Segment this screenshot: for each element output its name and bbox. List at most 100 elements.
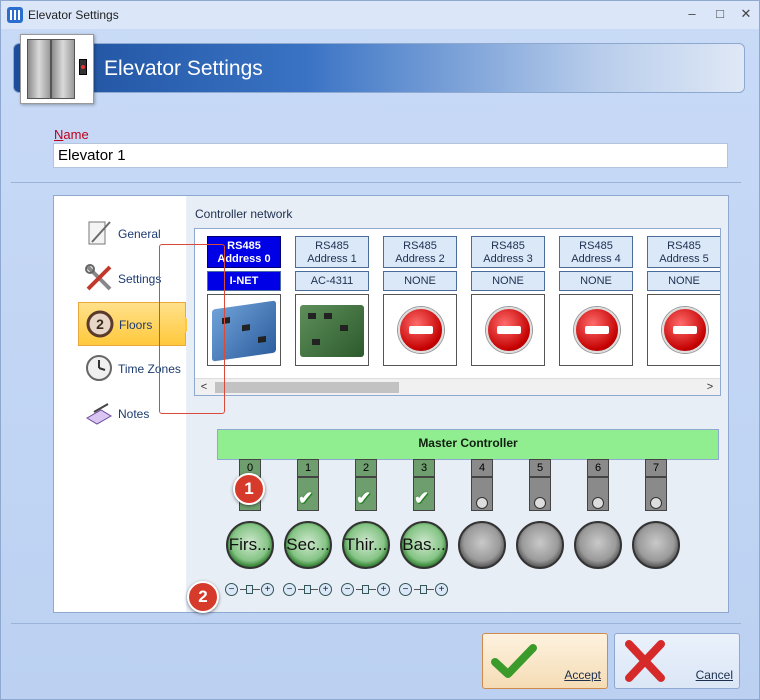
address-line2: Address 2 xyxy=(395,253,445,265)
document-pen-icon xyxy=(88,221,111,245)
relay-off-indicator xyxy=(650,497,662,509)
controller-network-list: RS485 Address 0 I-NET RS485 Address 1 AC-4… xyxy=(194,228,721,396)
floor-button-0[interactable]: Firs... xyxy=(226,521,274,569)
floors-pane: Controller network RS485 Address 0 I-NET … xyxy=(187,196,728,612)
accept-button[interactable]: Accept xyxy=(482,633,608,689)
header-banner: Elevator Settings xyxy=(13,34,745,104)
no-entry-image xyxy=(647,294,720,366)
stepper-plus-button[interactable]: + xyxy=(377,583,390,596)
controller-type: NONE xyxy=(559,271,633,291)
no-entry-icon xyxy=(486,307,532,353)
floor-button-6[interactable] xyxy=(574,521,622,569)
nav-label-settings: Settings xyxy=(118,272,162,286)
elevator-icon xyxy=(20,34,94,104)
floor-button-5[interactable] xyxy=(516,521,564,569)
stepper-plus-button[interactable]: + xyxy=(261,583,274,596)
notes-icon xyxy=(86,403,112,425)
floor-button-2[interactable]: Thir... xyxy=(342,521,390,569)
no-entry-image xyxy=(471,294,545,366)
controller-card[interactable]: RS485 Address 1 AC-4311 xyxy=(295,236,369,366)
checkmark-icon xyxy=(491,644,537,678)
controller-address: RS485 Address 3 xyxy=(471,236,545,268)
controller-address: RS485 Address 4 xyxy=(559,236,633,268)
relay-number: 7 xyxy=(645,459,667,477)
maximize-button[interactable]: □ xyxy=(709,5,731,23)
floor-button-7[interactable] xyxy=(632,521,680,569)
relay-number: 2 xyxy=(355,459,377,477)
address-line1: RS485 xyxy=(579,240,613,252)
controller-type: NONE xyxy=(383,271,457,291)
controller-card[interactable]: RS485 Address 4 NONE xyxy=(559,236,633,366)
stepper-minus-button[interactable]: − xyxy=(283,583,296,596)
stepper-handle[interactable] xyxy=(246,585,253,594)
stepper-handle[interactable] xyxy=(420,585,427,594)
no-entry-icon xyxy=(662,307,708,353)
stepper-handle[interactable] xyxy=(362,585,369,594)
minimize-button[interactable]: – xyxy=(681,5,703,23)
relay-off-indicator xyxy=(592,497,604,509)
name-input[interactable] xyxy=(53,143,728,168)
cancel-label: Cancel xyxy=(695,668,733,682)
stepper-handle[interactable] xyxy=(304,585,311,594)
relay-5[interactable]: 5 xyxy=(529,459,551,511)
clock-icon xyxy=(86,355,112,381)
controller-network-label: Controller network xyxy=(195,207,293,221)
name-label-text: ame xyxy=(63,127,89,142)
address-line2: Address 4 xyxy=(571,253,621,265)
no-entry-icon xyxy=(398,307,444,353)
controller-type: AC-4311 xyxy=(295,271,369,291)
relay-7[interactable]: 7 xyxy=(645,459,667,511)
address-line2: Address 1 xyxy=(307,253,357,265)
address-line1: RS485 xyxy=(667,240,701,252)
scroll-thumb[interactable] xyxy=(215,382,399,393)
relay-1[interactable]: 1 ✔ xyxy=(297,459,319,511)
stepper-plus-button[interactable]: + xyxy=(319,583,332,596)
tools-icon xyxy=(85,264,112,291)
master-controller-bar: Master Controller xyxy=(217,429,719,460)
nav-label-notes: Notes xyxy=(118,407,150,421)
highlight-frame xyxy=(159,244,225,414)
relay-number: 3 xyxy=(413,459,435,477)
stepper-minus-button[interactable]: − xyxy=(399,583,412,596)
circuit-board-icon xyxy=(300,305,364,357)
relay-2[interactable]: 2 ✔ xyxy=(355,459,377,511)
controller-type: NONE xyxy=(471,271,545,291)
elevator-settings-window: Elevator Settings – □ ✕ Elevator Setting… xyxy=(0,0,760,700)
relay-3[interactable]: 3 ✔ xyxy=(413,459,435,511)
cross-icon xyxy=(625,640,665,682)
controller-address: RS485 Address 2 xyxy=(383,236,457,268)
scroll-right-button[interactable]: > xyxy=(703,380,717,394)
floor-2-icon: 2 xyxy=(86,310,114,338)
no-entry-icon xyxy=(574,307,620,353)
floor-stepper-1: − + xyxy=(283,583,333,599)
ac4311-board-image xyxy=(295,294,369,366)
check-icon: ✔ xyxy=(414,488,430,508)
window-title: Elevator Settings xyxy=(28,8,119,22)
floor-button-4[interactable] xyxy=(458,521,506,569)
address-line1: RS485 xyxy=(315,240,349,252)
stepper-plus-button[interactable]: + xyxy=(435,583,448,596)
floor-stepper-3: − + xyxy=(399,583,449,599)
relay-off-indicator xyxy=(534,497,546,509)
relay-6[interactable]: 6 xyxy=(587,459,609,511)
controller-card[interactable]: RS485 Address 2 NONE xyxy=(383,236,457,366)
address-line2: Address 0 xyxy=(217,253,271,265)
floor-button-1[interactable]: Sec... xyxy=(284,521,332,569)
floor-button-3[interactable]: Bas... xyxy=(400,521,448,569)
accept-label: Accept xyxy=(564,668,601,682)
cancel-button[interactable]: Cancel xyxy=(614,633,740,689)
nav-label-floors: Floors xyxy=(119,318,153,332)
controller-card[interactable]: RS485 Address 3 NONE xyxy=(471,236,545,366)
relay-4[interactable]: 4 xyxy=(471,459,493,511)
elevator-door-right xyxy=(51,39,75,99)
stepper-minus-button[interactable]: − xyxy=(225,583,238,596)
controller-card[interactable]: RS485 Address 5 NONE xyxy=(647,236,720,366)
horizontal-scrollbar[interactable]: < > xyxy=(195,378,720,395)
close-button[interactable]: ✕ xyxy=(735,5,757,23)
floor-stepper-0: − + xyxy=(225,583,275,599)
address-line1: RS485 xyxy=(227,240,261,252)
controller-type: NONE xyxy=(647,271,720,291)
stepper-minus-button[interactable]: − xyxy=(341,583,354,596)
controller-address: RS485 Address 5 xyxy=(647,236,720,268)
elevator-panel-icon xyxy=(79,59,87,75)
